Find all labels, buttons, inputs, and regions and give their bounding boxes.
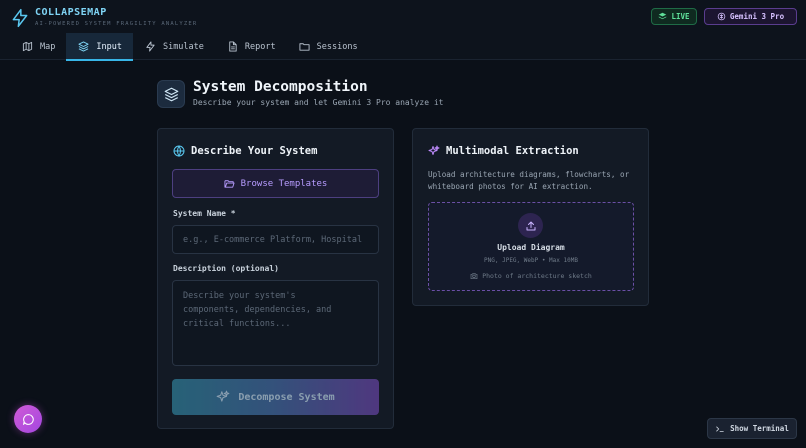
app-header: COLLAPSEMAP AI-POWERED SYSTEM FRAGILITY … (0, 0, 806, 61)
tab-input-label: Input (96, 41, 122, 52)
show-terminal-label: Show Terminal (730, 424, 789, 433)
tab-sessions[interactable]: Sessions (287, 33, 369, 60)
layers-icon (78, 41, 89, 52)
document-icon (227, 41, 238, 52)
folder-open-icon (224, 178, 235, 189)
map-icon (22, 41, 33, 52)
chat-button[interactable] (14, 405, 42, 433)
system-name-input[interactable] (172, 225, 379, 254)
main-tabs: Map Input Simulate Report Sessions (10, 33, 369, 61)
tab-input[interactable]: Input (66, 33, 133, 61)
show-terminal-button[interactable]: Show Terminal (707, 418, 797, 439)
upload-title: Upload Diagram (497, 243, 565, 252)
decompose-system-button[interactable]: Decompose System (172, 379, 379, 415)
description-label: Description (optional) (173, 264, 279, 273)
tab-report-label: Report (244, 41, 276, 52)
tab-simulate[interactable]: Simulate (133, 33, 215, 60)
live-label: LIVE (671, 12, 690, 21)
browse-templates-label: Browse Templates (240, 178, 328, 189)
system-name-label: System Name * (173, 209, 236, 218)
extract-description: Upload architecture diagrams, flowcharts… (428, 170, 630, 191)
app-tagline: AI-POWERED SYSTEM FRAGILITY ANALYZER (35, 21, 198, 27)
upload-formats: PNG, JPEG, WebP • Max 10MB (484, 257, 578, 264)
brain-icon (717, 12, 726, 21)
live-badge: LIVE (651, 8, 697, 25)
tab-sessions-label: Sessions (316, 41, 358, 52)
zap-icon (145, 41, 156, 52)
page-subtitle: Describe your system and let Gemini 3 Pr… (193, 98, 444, 107)
lightning-icon (10, 8, 30, 28)
page-title: System Decomposition (193, 79, 368, 95)
app-name: COLLAPSEMAP (35, 7, 107, 18)
describe-panel-heading: Describe Your System (173, 145, 317, 157)
upload-icon (518, 213, 543, 238)
tab-map[interactable]: Map (10, 33, 66, 60)
multimodal-extraction-panel: Multimodal Extraction Upload architectur… (412, 128, 649, 306)
decompose-system-label: Decompose System (238, 391, 335, 403)
extract-panel-title: Multimodal Extraction (446, 145, 579, 157)
upload-hint: Photo of architecture sketch (429, 272, 633, 280)
tab-report[interactable]: Report (215, 33, 287, 60)
folder-icon (299, 41, 310, 52)
tab-simulate-label: Simulate (162, 41, 204, 52)
describe-system-panel: Describe Your System Browse Templates Sy… (157, 128, 394, 429)
layers-live-icon (658, 12, 667, 21)
camera-icon (470, 272, 478, 280)
upload-hint-text: Photo of architecture sketch (482, 272, 592, 280)
globe-icon (173, 145, 185, 157)
model-badge[interactable]: Gemini 3 Pro (704, 8, 797, 25)
sparkles-icon (428, 145, 440, 157)
browse-templates-button[interactable]: Browse Templates (172, 169, 379, 198)
layers-title-icon (157, 80, 185, 108)
extract-panel-heading: Multimodal Extraction (428, 145, 579, 157)
chat-bubble-icon (22, 413, 35, 426)
model-label: Gemini 3 Pro (729, 12, 785, 21)
terminal-icon (715, 424, 725, 434)
description-textarea[interactable] (172, 280, 379, 366)
describe-panel-title: Describe Your System (191, 145, 318, 157)
upload-dropzone[interactable]: Upload Diagram PNG, JPEG, WebP • Max 10M… (428, 202, 634, 291)
sparkles-icon (216, 390, 230, 404)
tab-map-label: Map (40, 41, 56, 52)
